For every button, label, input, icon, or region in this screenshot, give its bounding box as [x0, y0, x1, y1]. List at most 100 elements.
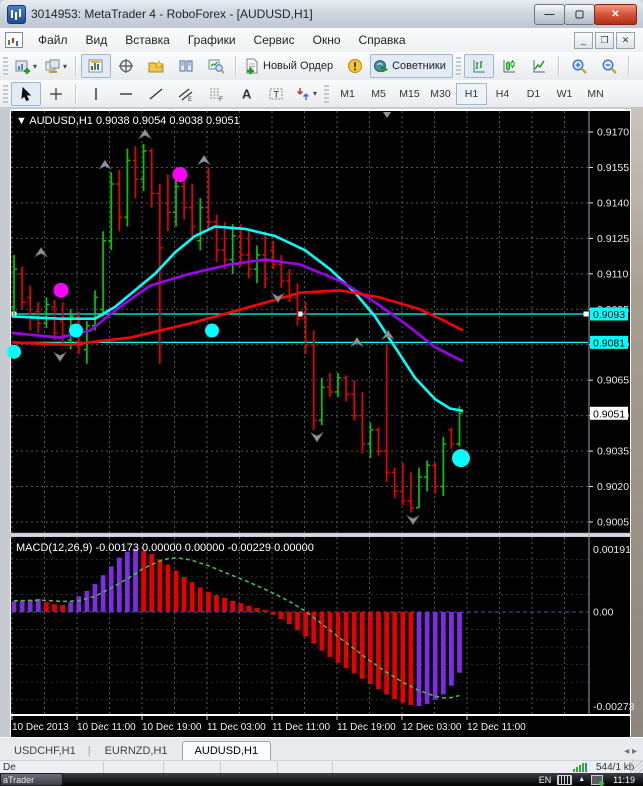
timeframe-h1-button[interactable]: H1 [456, 82, 487, 105]
cyan-signal-dot [7, 344, 21, 359]
expert-advisors-icon [374, 60, 389, 73]
close-button[interactable]: ✕ [594, 3, 637, 25]
svg-text:0.9005: 0.9005 [597, 516, 629, 528]
svg-text:0.9170: 0.9170 [597, 127, 629, 139]
timeframe-m1-button[interactable]: M1 [332, 83, 363, 105]
новый-ордер-button[interactable]: Новый Ордер [241, 54, 340, 78]
minimize-button[interactable]: — [534, 3, 565, 25]
magenta-signal-dot [172, 167, 188, 183]
navigator-button[interactable] [141, 54, 171, 78]
market-watch-button[interactable] [81, 54, 111, 78]
clock: 11:19 [613, 774, 635, 785]
tab-separator: | [87, 745, 91, 757]
taskbar-app-button[interactable]: aTrader [0, 773, 64, 786]
timeframe-m5-button[interactable]: M5 [363, 83, 394, 105]
metaeditor-icon [348, 59, 363, 73]
network-icon[interactable] [591, 774, 605, 786]
price-and-macd-chart[interactable]: 0.91700.91550.91400.91250.91100.90950.90… [0, 107, 643, 737]
mdi-minimize-button[interactable]: _ [574, 31, 593, 49]
tray-expand-icon[interactable]: ▲ [578, 776, 585, 783]
drawing-toolbar: E F A T ▾ M1 M5 M15 M30 H1 H4 D1 W1 MN [0, 80, 643, 108]
fibonacci-button[interactable]: F [201, 82, 231, 106]
menu-item-1[interactable]: Вид [77, 30, 117, 50]
chart-tab-eurnzd-h1[interactable]: EURNZD,H1 [93, 742, 180, 761]
dropdown-arrow-icon[interactable]: ▾ [33, 62, 37, 71]
chart-ohlc-header: ▼ AUDUSD,H1 0.9038 0.9054 0.9038 0.9051 [16, 115, 240, 127]
chart-tab-audusd-h1[interactable]: AUDUSD,H1 [181, 741, 272, 761]
terminal-button[interactable] [171, 54, 201, 78]
macd-header: MACD(12,26,9) -0.00173 0.00000 0.00000 -… [16, 542, 314, 554]
советники-button[interactable]: Советники [370, 54, 453, 78]
crosshair-button[interactable] [41, 82, 71, 106]
timeframe-h4-button[interactable]: H4 [487, 83, 518, 105]
zoom-in-button[interactable] [564, 54, 594, 78]
toolbar-grip[interactable] [324, 84, 329, 103]
price-panel[interactable] [11, 111, 630, 533]
text-button[interactable]: A [231, 82, 261, 106]
svg-text:0.9065: 0.9065 [597, 375, 629, 387]
cursor-button[interactable] [11, 81, 41, 106]
timeframe-w1-button[interactable]: W1 [549, 83, 580, 105]
toolbar-grip[interactable] [455, 57, 461, 75]
timeframe-m30-button[interactable]: M30 [425, 83, 456, 105]
language-indicator[interactable]: EN [539, 775, 552, 785]
panel-splitter[interactable] [9, 532, 632, 538]
toolbar-separator [557, 56, 560, 76]
chart-tab-usdchf-h1[interactable]: USDCHF,H1 [2, 742, 88, 761]
menu-item-6[interactable]: Справка [350, 30, 415, 50]
timeframe-mn-button[interactable]: MN [580, 83, 611, 105]
toolbar-separator [627, 56, 630, 76]
tab-scroll-right-icon[interactable]: ▸ [632, 746, 637, 757]
strategy-tester-icon [208, 59, 224, 74]
svg-text:-0.00273: -0.00273 [593, 701, 635, 713]
svg-text:12 Dec 11:00: 12 Dec 11:00 [467, 722, 526, 733]
menu-item-4[interactable]: Сервис [245, 30, 304, 50]
profile-status: De [3, 762, 16, 773]
chart-line-button[interactable] [524, 54, 554, 78]
menu-item-2[interactable]: Вставка [116, 30, 179, 50]
connection-signal-icon [573, 763, 591, 772]
toolbar-separator [75, 56, 77, 76]
mdi-restore-button[interactable]: ❐ [595, 31, 614, 49]
maximize-button[interactable]: ▢ [564, 3, 595, 25]
svg-text:12 Dec 03:00: 12 Dec 03:00 [402, 722, 462, 733]
data-window-button[interactable] [111, 54, 141, 78]
chart-candles-button[interactable] [494, 54, 524, 78]
dropdown-arrow-icon[interactable]: ▾ [313, 89, 317, 98]
new-chart-button[interactable]: ▾ [11, 54, 41, 78]
channel-icon: E [178, 88, 193, 102]
tab-scroll-left-icon[interactable]: ◂ [624, 746, 629, 757]
keyboard-icon[interactable] [557, 774, 573, 785]
channel-button[interactable]: E [171, 82, 201, 106]
chart-document-icon[interactable] [5, 32, 23, 48]
profiles-button[interactable]: ▾ [41, 54, 71, 78]
dropdown-arrow-icon[interactable]: ▾ [63, 62, 67, 71]
menu-item-0[interactable]: Файл [29, 30, 77, 50]
menu-item-3[interactable]: Графики [179, 30, 245, 50]
zoom-out-button[interactable] [594, 54, 624, 78]
vertical-line-button[interactable] [81, 82, 111, 106]
svg-text:0.9125: 0.9125 [597, 233, 629, 245]
svg-text:T: T [274, 89, 280, 99]
timeframe-d1-button[interactable]: D1 [518, 83, 549, 105]
svg-text:0.9110: 0.9110 [597, 268, 628, 280]
menu-item-5[interactable]: Окно [304, 30, 350, 50]
mdi-close-button[interactable]: ✕ [616, 31, 635, 49]
chart-bars-button[interactable] [463, 54, 494, 78]
metaeditor-button[interactable] [340, 54, 370, 78]
arrows-button[interactable]: ▾ [291, 82, 321, 106]
windows-taskbar: aTrader EN ▲ 11:19 [0, 773, 643, 786]
horizontal-line-button[interactable] [111, 82, 141, 106]
timeframe-m15-button[interactable]: M15 [394, 83, 425, 105]
toolbar-grip[interactable] [3, 57, 8, 75]
trendline-button[interactable] [141, 82, 171, 106]
toolbar-button-label: Новый Ордер [263, 60, 334, 72]
cursor-icon [21, 86, 32, 101]
chart-tab-bar: USDCHF,H1 | EURNZD,H1 AUDUSD,H1 ◂ ▸ [0, 737, 643, 761]
text-label-icon: T [269, 88, 283, 99]
strategy-tester-button[interactable] [201, 54, 231, 78]
chart-area[interactable]: 0.91700.91550.91400.91250.91100.90950.90… [0, 107, 643, 737]
status-bar: De 544/1 kb [0, 760, 643, 774]
toolbar-grip[interactable] [3, 84, 8, 103]
text-label-button[interactable]: T [261, 82, 291, 106]
